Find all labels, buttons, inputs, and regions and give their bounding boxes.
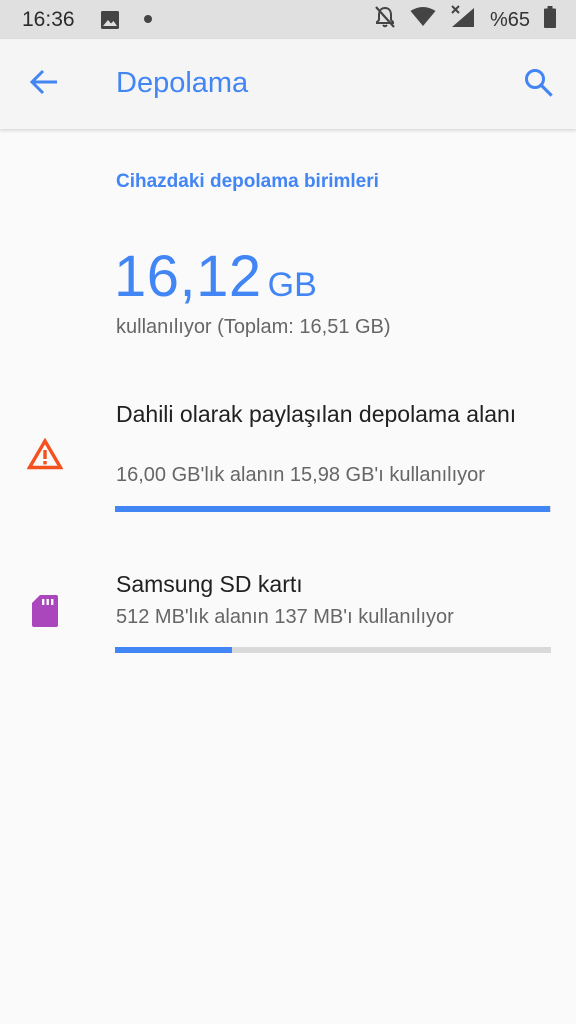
cell-signal-icon: [450, 5, 476, 35]
total-used-unit: GB: [267, 266, 317, 304]
storage-progress-fill: [115, 647, 232, 653]
notification-dot-icon: [144, 15, 152, 23]
search-button[interactable]: [518, 64, 558, 104]
battery-percentage: %65: [489, 8, 530, 31]
storage-item-title: Dahili olarak paylaşılan depolama alanı: [116, 401, 517, 427]
storage-item-sd-card[interactable]: Samsung SD kartı 512 MB'lık alanın 137 M…: [0, 560, 576, 670]
storage-progress-fill: [115, 506, 551, 512]
total-used: 16,12 GB: [114, 243, 317, 310]
warning-icon: [25, 434, 65, 474]
back-button[interactable]: [22, 64, 66, 104]
section-header: Cihazdaki depolama birimleri: [116, 171, 379, 192]
sd-card-icon: [25, 591, 65, 631]
total-used-value: 16,12: [114, 244, 262, 309]
page-title: Depolama: [116, 67, 249, 99]
app-bar: Depolama: [0, 39, 576, 129]
storage-item-summary: 512 MB'lık alanın 137 MB'ı kullanılıyor: [116, 606, 454, 628]
storage-item-title: Samsung SD kartı: [116, 571, 303, 597]
storage-item-internal[interactable]: Dahili olarak paylaşılan depolama alanı …: [0, 390, 576, 530]
status-bar: 16:36 %65: [0, 0, 576, 39]
status-time: 16:36: [22, 8, 75, 31]
storage-item-summary: 16,00 GB'lık alanın 15,98 GB'ı kullanılı…: [116, 464, 485, 486]
search-icon: [523, 67, 553, 102]
notifications-off-icon: [374, 5, 396, 35]
arrow-back-icon: [29, 68, 59, 101]
storage-progress-bar: [115, 506, 551, 512]
status-icons: %65: [374, 5, 556, 35]
storage-progress-bar: [115, 647, 551, 653]
image-icon: [100, 10, 120, 30]
battery-icon: [544, 6, 556, 34]
total-used-subtitle: kullanılıyor (Toplam: 16,51 GB): [116, 316, 391, 338]
wifi-icon: [410, 7, 436, 33]
